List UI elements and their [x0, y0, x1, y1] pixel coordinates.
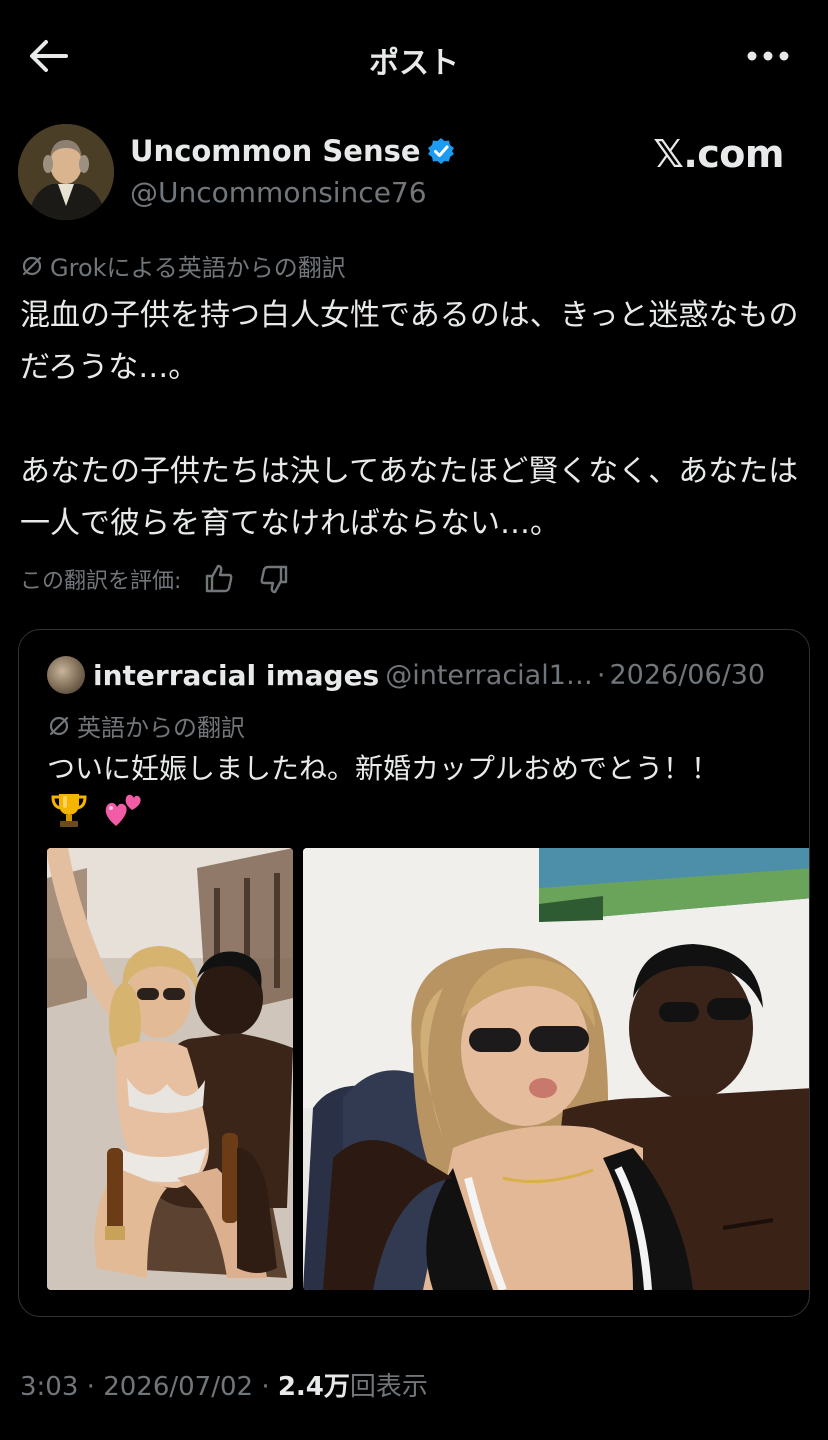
- quoted-post-date[interactable]: 2026/06/30: [609, 660, 765, 691]
- author-avatar[interactable]: [18, 124, 114, 220]
- post-date[interactable]: 2026/07/02: [103, 1372, 253, 1402]
- xcom-watermark: 𝕏.com: [653, 132, 784, 176]
- translation-note: Grokによる英語からの翻訳: [20, 248, 346, 282]
- separator-dot: ·: [86, 1372, 95, 1402]
- view-count: 2.4万: [277, 1372, 350, 1402]
- author-name-row[interactable]: Uncommon Sense: [130, 134, 455, 174]
- separator-dot: ·: [596, 659, 606, 691]
- post-author: Uncommon Sense @Uncommonsince76 𝕏.com: [18, 124, 810, 224]
- more-horizontal-icon: [747, 51, 789, 61]
- quoted-post-text: ついに妊娠しましたね。新婚カップルおめでとう！！: [47, 752, 720, 785]
- trophy-icon: [51, 794, 87, 827]
- translation-label: Grokによる英語からの翻訳: [50, 254, 346, 282]
- emoji-row: [49, 790, 152, 830]
- quoted-translation-note: 英語からの翻訳: [47, 708, 245, 743]
- translate-icon: [49, 716, 69, 735]
- media-image-2[interactable]: [303, 848, 809, 1290]
- post-body: 混血の子供を持つ白人女性であるのは、きっと迷惑なものだろうな…。 あなたの子供た…: [20, 290, 810, 550]
- post-time[interactable]: 3:03: [20, 1372, 78, 1402]
- verified-badge-icon: [427, 137, 455, 165]
- author-handle[interactable]: @Uncommonsince76: [130, 176, 427, 209]
- separator-dot: ·: [261, 1372, 270, 1402]
- page-title: ポスト: [369, 46, 459, 81]
- rate-translation: この翻訳を評価:: [20, 562, 291, 598]
- thumbs-up-icon: [206, 564, 233, 593]
- post-paragraph-1: 混血の子供を持つ白人女性であるのは、きっと迷惑なものだろうな…。: [20, 298, 799, 385]
- thumbs-up-button[interactable]: [202, 562, 236, 596]
- quoted-post[interactable]: interracial images @interracial1… · 2026/06…: [18, 629, 810, 1317]
- translate-icon: [22, 256, 42, 275]
- thumbs-down-icon: [260, 565, 288, 594]
- quoted-author-name[interactable]: interracial images: [93, 659, 379, 692]
- media-image-1[interactable]: [47, 848, 293, 1290]
- quoted-author-handle[interactable]: @interracial1…: [385, 660, 593, 691]
- author-name[interactable]: Uncommon Sense: [130, 134, 421, 168]
- top-bar: ポスト: [0, 0, 828, 112]
- quoted-translation-label: 英語からの翻訳: [77, 714, 245, 742]
- quoted-post-header: interracial images @interracial1… · 2026/06…: [47, 656, 765, 696]
- rate-label: この翻訳を評価:: [20, 569, 182, 594]
- post-paragraph-2: あなたの子供たちは決してあなたほど賢くなく、あなたは一人で彼らを育てなければなら…: [20, 454, 799, 541]
- more-button[interactable]: [746, 46, 790, 66]
- thumbs-down-button[interactable]: [257, 562, 291, 596]
- two-hearts-icon: [105, 794, 141, 826]
- post-meta: 3:03 · 2026/07/02 · 2.4万回表示: [20, 1366, 428, 1403]
- view-label: 回表示: [349, 1372, 428, 1402]
- quoted-author-avatar[interactable]: [47, 656, 85, 694]
